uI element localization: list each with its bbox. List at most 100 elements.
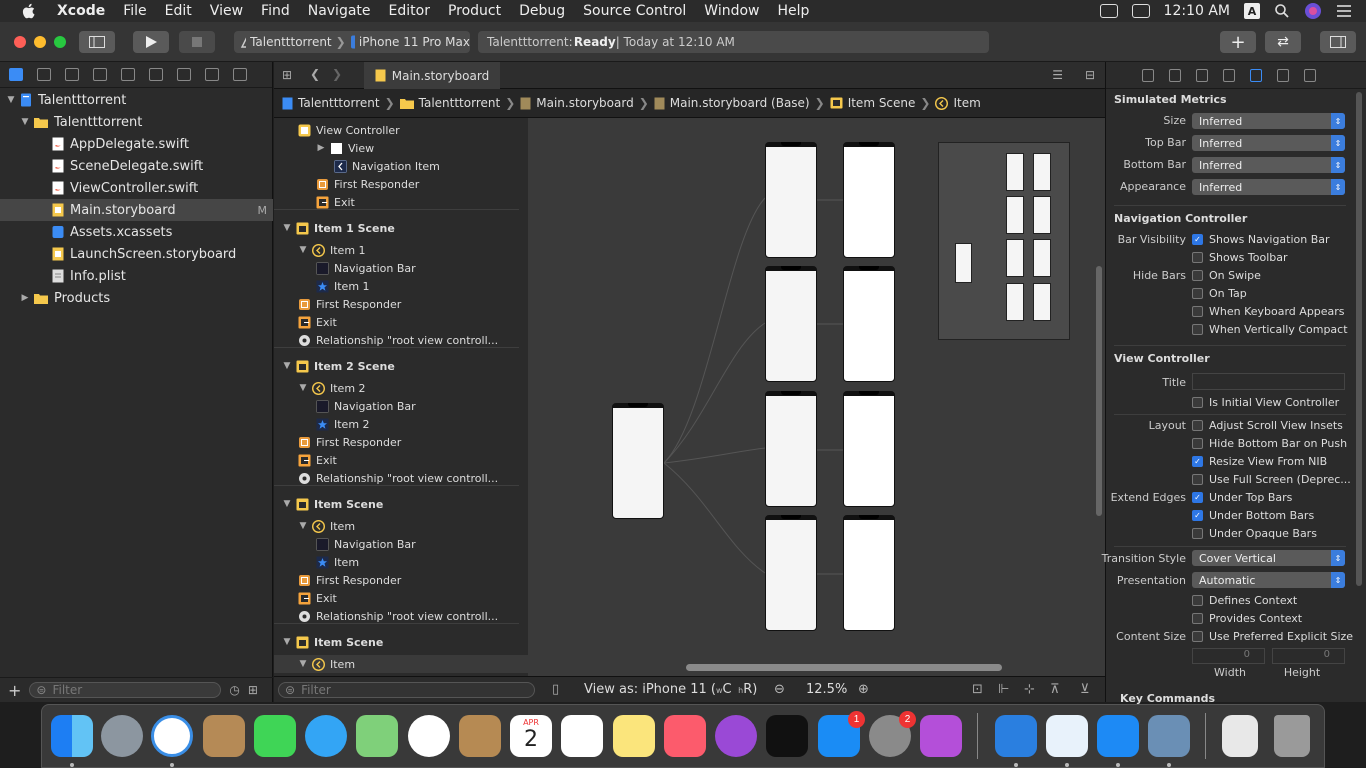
size-select[interactable]: Inferred ⇕ <box>1192 113 1345 129</box>
clock[interactable]: 12:10 AM <box>1164 3 1230 19</box>
split-editor-icon[interactable]: ⊟ <box>1085 68 1095 82</box>
migration-assistant-icon[interactable] <box>1046 715 1088 757</box>
forward-icon[interactable]: ❯ <box>332 67 342 81</box>
navigator-filter-input[interactable]: ⊜ Filter <box>29 682 222 698</box>
size-inspector-icon[interactable] <box>1277 68 1289 82</box>
navigator-item-assets[interactable]: Assets.xcassets <box>0 221 273 243</box>
zoom-in-icon[interactable]: ⊕ <box>858 682 869 697</box>
disclosure-closed-icon[interactable]: ▶ <box>316 143 326 153</box>
view-controller-scene[interactable] <box>843 142 895 258</box>
view-controller-scene[interactable] <box>843 515 895 631</box>
back-icon[interactable]: ❮ <box>310 67 320 81</box>
display-icon[interactable] <box>1131 4 1150 18</box>
appearance-select[interactable]: Inferred ⇕ <box>1192 179 1345 195</box>
resolve-layout-icon[interactable]: ⊼ <box>1050 682 1060 697</box>
outline-row-view[interactable]: ▶ View <box>274 139 528 157</box>
maps-icon[interactable] <box>356 715 398 757</box>
align-icon[interactable]: ⊩ <box>998 682 1009 697</box>
library-button[interactable]: + <box>1220 31 1256 53</box>
navigation-controller-scene[interactable] <box>765 142 817 258</box>
messages-icon[interactable] <box>305 715 347 757</box>
inspector-scrollbar[interactable] <box>1356 92 1362 586</box>
disclosure-open-icon[interactable]: ▼ <box>6 95 16 105</box>
embed-in-icon[interactable]: ⊻ <box>1080 682 1090 697</box>
tab-bar-controller-scene[interactable] <box>612 403 664 519</box>
resize-view-from-nib-checkbox[interactable]: ✓ Resize View From NIB <box>1192 455 1327 468</box>
disclosure-open-icon[interactable]: ▼ <box>282 499 292 509</box>
spotlight-search-icon[interactable] <box>1274 3 1290 19</box>
identity-inspector-icon[interactable] <box>1223 68 1235 82</box>
menu-product[interactable]: Product <box>439 3 510 19</box>
outline-row-first-responder[interactable]: First Responder <box>274 571 528 589</box>
launchpad-icon[interactable] <box>101 715 143 757</box>
mail-icon[interactable] <box>203 715 245 757</box>
breadcrumb-item[interactable]: Item <box>935 96 981 110</box>
podcasts-icon[interactable] <box>715 715 757 757</box>
feedback-assistant-icon[interactable] <box>920 715 962 757</box>
outline-row-relationship[interactable]: Relationship "root view controll... <box>274 331 528 349</box>
storyboard-canvas[interactable] <box>528 118 1105 676</box>
xcode-icon[interactable] <box>995 715 1037 757</box>
navigator-item-group[interactable]: ▼ Talentttorrent <box>0 111 273 133</box>
disclosure-open-icon[interactable]: ▼ <box>298 521 308 531</box>
view-controller-scene[interactable] <box>843 391 895 507</box>
editor-options-icon[interactable]: ☰ <box>1052 68 1063 82</box>
zoom-out-icon[interactable]: ⊖ <box>774 682 785 697</box>
outline-row-navigation-bar[interactable]: Navigation Bar <box>274 259 528 277</box>
outline-row-first-responder[interactable]: First Responder <box>274 175 528 193</box>
hide-bottom-bar-on-push-checkbox[interactable]: Hide Bottom Bar on Push <box>1192 437 1347 450</box>
test-tab-icon[interactable] <box>149 68 163 81</box>
help-inspector-icon[interactable] <box>1196 68 1208 82</box>
photos-icon[interactable] <box>408 715 450 757</box>
notes-icon[interactable] <box>613 715 655 757</box>
transition-style-select[interactable]: Cover Vertical ⇕ <box>1192 550 1345 566</box>
menu-file[interactable]: File <box>114 3 155 19</box>
history-inspector-icon[interactable] <box>1169 68 1181 82</box>
under-bottom-bars-checkbox[interactable]: ✓ Under Bottom Bars <box>1192 509 1314 522</box>
recent-files-icon[interactable]: ◷ <box>229 683 239 697</box>
trash-icon[interactable] <box>1274 715 1310 757</box>
control-center-icon[interactable] <box>1336 4 1352 18</box>
safari-icon[interactable] <box>151 715 193 757</box>
use-preferred-explicit-size-checkbox[interactable]: Use Preferred Explicit Size <box>1192 630 1353 643</box>
outline-row-tab-bar-item[interactable]: Item <box>274 553 528 571</box>
breadcrumb-group[interactable]: Talentttorrent <box>399 96 500 110</box>
disclosure-open-icon[interactable]: ▼ <box>282 223 292 233</box>
outline-row-scene[interactable]: ▼ Item Scene <box>274 495 528 513</box>
when-vertically-compact-checkbox[interactable]: When Vertically Compact <box>1192 323 1348 336</box>
disclosure-open-icon[interactable]: ▼ <box>298 383 308 393</box>
view-as-device-button[interactable]: View as: iPhone 11 (wC hR) <box>584 682 757 697</box>
tv-icon[interactable] <box>766 715 808 757</box>
outline-row-navigation-controller[interactable]: ▼ Item 1 <box>274 241 528 259</box>
update-frames-icon[interactable]: ⊡ <box>972 682 983 697</box>
contacts-icon[interactable] <box>459 715 501 757</box>
add-constraints-icon[interactable]: ⊹ <box>1024 682 1035 697</box>
outline-row-navigation-bar[interactable]: Navigation Bar <box>274 397 528 415</box>
attributes-inspector-icon[interactable] <box>1250 68 1262 82</box>
shows-toolbar-checkbox[interactable]: Shows Toolbar <box>1192 251 1288 264</box>
xcode-app-store-icon[interactable] <box>1097 715 1139 757</box>
toggle-outline-icon[interactable]: ▯ <box>552 682 559 697</box>
shows-navigation-bar-checkbox[interactable]: ✓ Shows Navigation Bar <box>1192 233 1330 246</box>
bottom-bar-select[interactable]: Inferred ⇕ <box>1192 157 1345 173</box>
outline-row-exit[interactable]: Exit <box>274 451 528 469</box>
on-tap-checkbox[interactable]: On Tap <box>1192 287 1247 300</box>
finder-icon[interactable] <box>51 715 93 757</box>
source-control-tab-icon[interactable] <box>37 68 51 81</box>
scm-filter-icon[interactable]: ⊞ <box>248 683 258 697</box>
menu-help[interactable]: Help <box>769 3 819 19</box>
under-opaque-bars-checkbox[interactable]: Under Opaque Bars <box>1192 527 1317 540</box>
disclosure-open-icon[interactable]: ▼ <box>282 637 292 647</box>
outline-row-exit[interactable]: Exit <box>274 313 528 331</box>
navigator-item-appdelegate[interactable]: AppDelegate.swift <box>0 133 273 155</box>
height-field[interactable]: 0 <box>1272 648 1345 664</box>
toggle-inspector-button[interactable] <box>1320 31 1356 53</box>
canvas-minimap[interactable] <box>938 142 1070 340</box>
width-field[interactable]: 0 <box>1192 648 1265 664</box>
music-icon[interactable] <box>664 715 706 757</box>
is-initial-view-controller-checkbox[interactable]: Is Initial View Controller <box>1192 396 1339 409</box>
title-field[interactable] <box>1192 373 1345 390</box>
navigator-item-viewcontroller[interactable]: ViewController.swift <box>0 177 273 199</box>
menu-xcode[interactable]: Xcode <box>48 3 114 19</box>
zoom-window-button[interactable] <box>54 36 66 48</box>
